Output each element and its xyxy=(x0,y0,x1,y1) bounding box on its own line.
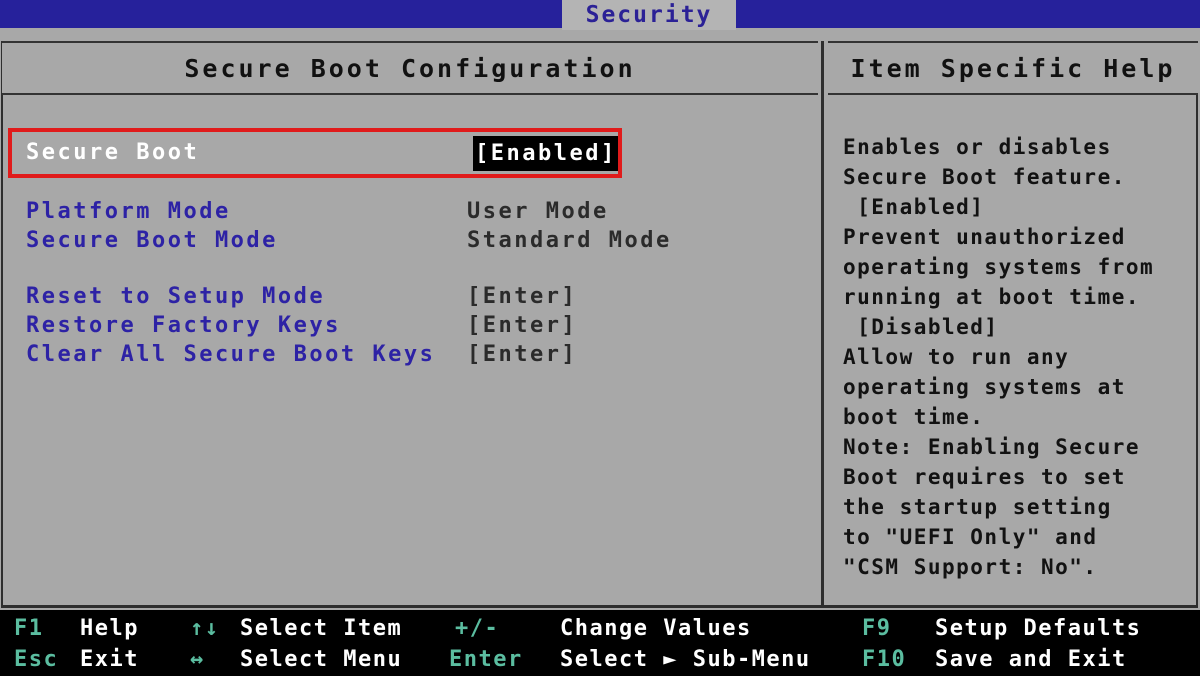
setting-value-selected[interactable]: [Enabled] xyxy=(473,136,619,171)
function-key-name[interactable]: ↔ xyxy=(190,647,205,672)
setting-row[interactable]: Clear All Secure Boot Keys [Enter] xyxy=(0,338,820,371)
panel-bottom-border xyxy=(1,605,1198,608)
help-text-line: running at boot time. xyxy=(843,285,1141,309)
function-key-name[interactable]: ↑↓ xyxy=(190,616,220,641)
function-key-description: Select Menu xyxy=(240,647,403,672)
setting-value[interactable]: [Enter] xyxy=(467,338,577,371)
function-key-description: Select Item xyxy=(240,616,403,641)
setting-row[interactable]: Secure Boot Mode Standard Mode xyxy=(0,224,820,257)
setting-row[interactable]: Secure Boot [Enabled] xyxy=(0,136,820,171)
help-text-line: to "UEFI Only" and xyxy=(843,525,1098,549)
function-key-name[interactable]: Enter xyxy=(449,647,523,672)
help-text-line: "CSM Support: No". xyxy=(843,555,1098,579)
setting-value[interactable]: Standard Mode xyxy=(467,224,672,257)
setting-label: Secure Boot xyxy=(26,140,200,165)
help-text-line: Allow to run any xyxy=(843,345,1070,369)
help-text-line: boot time. xyxy=(843,405,985,429)
tab-security[interactable]: Security xyxy=(562,0,736,30)
menu-tab-bar: Security xyxy=(0,0,1200,30)
function-key-name[interactable]: Esc xyxy=(14,647,58,672)
function-key-name[interactable]: F1 xyxy=(14,616,44,641)
function-key-description: Help xyxy=(80,616,139,641)
help-text-line: Prevent unauthorized xyxy=(843,225,1126,249)
help-text-line: Boot requires to set xyxy=(843,465,1126,489)
tab-bar-blue-left xyxy=(0,0,562,28)
setting-label: Secure Boot Mode xyxy=(26,228,278,253)
function-key-legend: F1 Help ↑↓ Select Item +/- Change Values F9 Set… xyxy=(0,610,1200,676)
function-key-name[interactable]: F10 xyxy=(862,647,906,672)
help-panel-title: Item Specific Help xyxy=(828,41,1198,95)
function-key-description: Setup Defaults xyxy=(935,616,1142,641)
help-text-body: Enables or disables Secure Boot feature. … xyxy=(843,132,1200,582)
settings-list: Secure Boot [Enabled] Platform Mode User Mo… xyxy=(0,100,820,600)
function-key-description: Save and Exit xyxy=(935,647,1127,672)
main-panel-title: Secure Boot Configuration xyxy=(2,41,818,95)
tab-bar-blue-right xyxy=(736,0,1200,28)
function-key-description: Exit xyxy=(80,647,139,672)
help-text-line: [Enabled] xyxy=(843,195,985,219)
help-text-line: Secure Boot feature. xyxy=(843,165,1126,189)
help-text-line: [Disabled] xyxy=(843,315,999,339)
help-text-line: Enables or disables xyxy=(843,135,1112,159)
panel-divider xyxy=(821,41,824,608)
help-text-line: Note: Enabling Secure xyxy=(843,435,1141,459)
setting-label: Clear All Secure Boot Keys xyxy=(26,342,436,367)
function-key-description: Change Values xyxy=(560,616,752,641)
help-text-line: operating systems from xyxy=(843,255,1155,279)
bios-setup-screen: Security Secure Boot Configuration Item … xyxy=(0,0,1200,676)
help-text-line: the startup setting xyxy=(843,495,1112,519)
function-key-name[interactable]: F9 xyxy=(862,616,892,641)
help-text-line: operating systems at xyxy=(843,375,1126,399)
function-key-name[interactable]: +/- xyxy=(455,616,499,641)
function-key-description: Select ► Sub-Menu xyxy=(560,647,811,672)
